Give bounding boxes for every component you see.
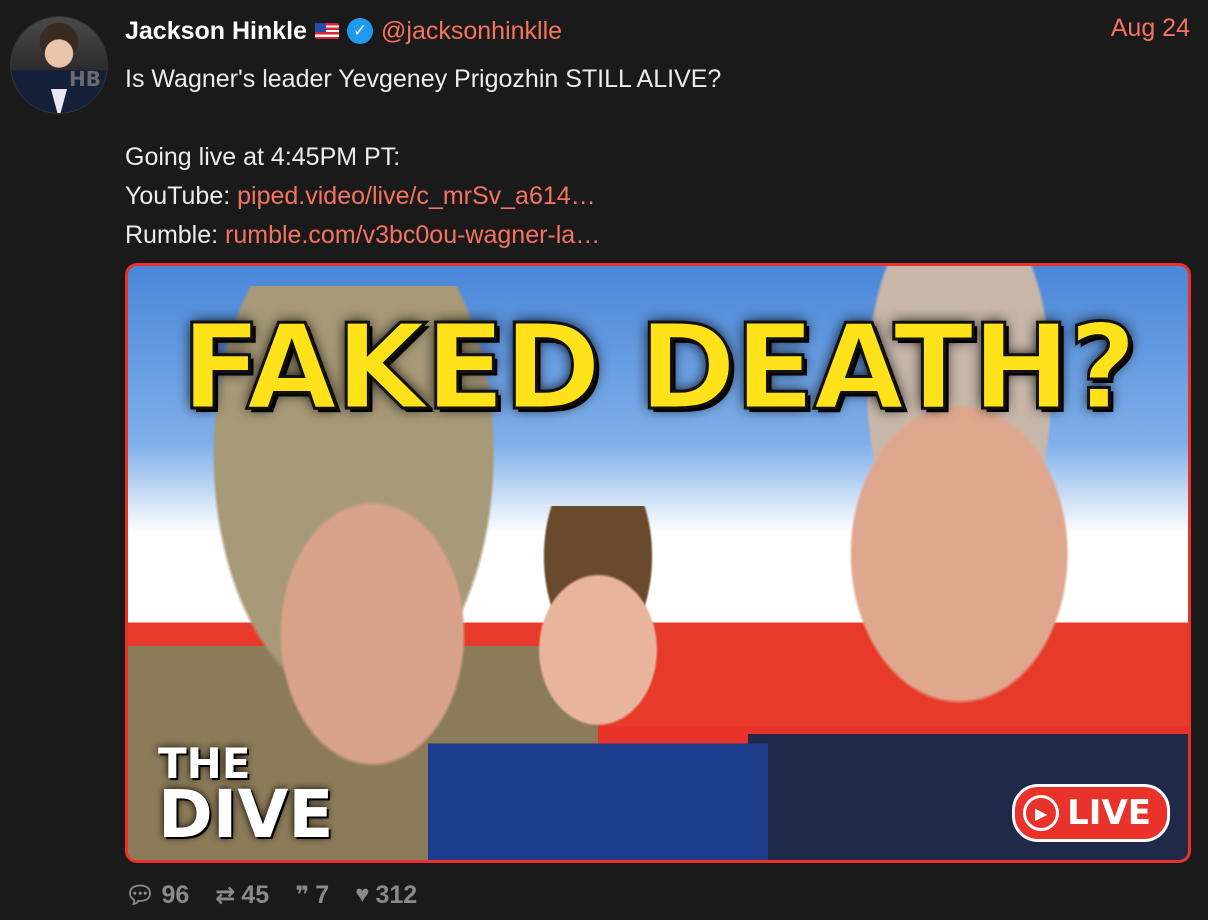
author-name[interactable]: Jackson Hinkle xyxy=(125,17,307,46)
heart-icon: ♥ xyxy=(355,881,370,908)
rumble-label: Rumble: xyxy=(125,221,226,249)
avatar-background-text: HB xyxy=(69,67,101,91)
avatar-shirt xyxy=(51,89,67,113)
retweet-icon: ⇄ xyxy=(215,881,236,909)
tweet-text-line1: Is Wagner's leader Yevgeney Prigozhin ST… xyxy=(125,65,722,93)
rumble-link[interactable]: rumble.com/v3bc0ou-wagner-la… xyxy=(225,221,600,249)
reply-stat[interactable]: 💬︎ 96 xyxy=(125,881,189,910)
tweet-text: Is Wagner's leader Yevgeney Prigozhin ST… xyxy=(125,60,721,255)
like-count: 312 xyxy=(375,880,418,909)
thumbnail-brand: THE DIVE xyxy=(158,743,334,853)
play-icon: ▶ xyxy=(1023,795,1060,831)
tweet-text-line2: Going live at 4:45PM PT: xyxy=(125,143,401,171)
brand-line2: DIVE xyxy=(158,775,334,853)
youtube-link[interactable]: piped.video/live/c_mrSv_a614… xyxy=(237,182,596,210)
rumble-line: Rumble: rumble.com/v3bc0ou-wagner-la… xyxy=(125,216,721,255)
retweet-stat[interactable]: ⇄ 45 xyxy=(215,881,269,910)
youtube-label: YouTube: xyxy=(125,182,238,210)
tweet: HB Jackson Hinkle ✓ @jacksonhinklle Aug … xyxy=(0,0,1208,920)
media-thumbnail[interactable]: FAKED DEATH? THE DIVE ▶ LIVE xyxy=(125,263,1191,863)
reply-icon: 💬︎ xyxy=(125,881,156,909)
like-stat[interactable]: ♥ 312 xyxy=(355,881,417,910)
us-flag-icon xyxy=(315,23,340,39)
tweet-header: Jackson Hinkle ✓ @jacksonhinklle xyxy=(125,14,562,48)
avatar[interactable]: HB xyxy=(10,16,108,114)
retweet-count: 45 xyxy=(241,880,270,909)
reply-count: 96 xyxy=(161,880,190,909)
quote-stat[interactable]: ❞ 7 xyxy=(295,881,329,910)
live-label: LIVE xyxy=(1067,793,1151,833)
thumbnail-person-center xyxy=(428,506,768,860)
tweet-date[interactable]: Aug 24 xyxy=(1111,14,1190,43)
thumbnail-headline: FAKED DEATH? xyxy=(180,298,1139,436)
live-badge: ▶ LIVE xyxy=(1012,784,1170,842)
quote-count: 7 xyxy=(315,880,330,909)
tweet-stats: 💬︎ 96 ⇄ 45 ❞ 7 ♥ 312 xyxy=(125,878,417,912)
verified-badge-icon: ✓ xyxy=(347,18,374,44)
author-handle[interactable]: @jacksonhinklle xyxy=(381,17,562,46)
youtube-line: YouTube: piped.video/live/c_mrSv_a614… xyxy=(125,177,721,216)
quote-icon: ❞ xyxy=(295,881,310,909)
